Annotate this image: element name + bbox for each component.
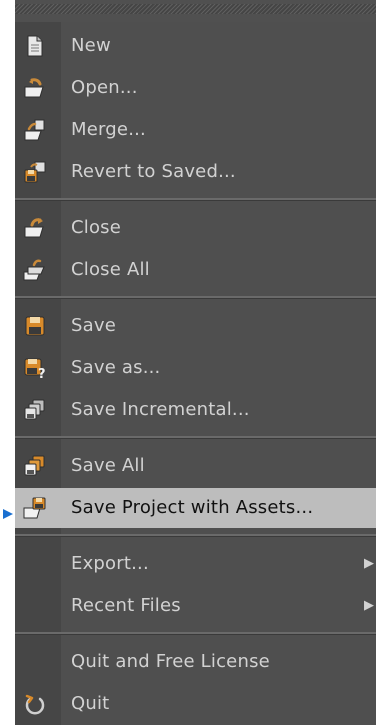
revert-icon <box>23 161 47 183</box>
menu-item-save-as[interactable]: ? Save as... <box>15 348 376 388</box>
quit-icon <box>23 693 47 715</box>
close-all-icon <box>23 259 47 281</box>
menu-item-label: Revert to Saved... <box>71 161 236 182</box>
new-document-icon <box>23 35 47 57</box>
menu-item-close[interactable]: Close <box>15 208 376 248</box>
menu-item-save-project-with-assets[interactable]: Save Project with Assets... <box>15 488 376 528</box>
save-project-icon <box>23 497 47 519</box>
tear-off-handle[interactable] <box>15 0 376 22</box>
menu-item-label: Quit <box>71 693 110 714</box>
menu-item-label: Open... <box>71 77 138 98</box>
pointer-arrow-icon <box>2 505 14 519</box>
menu-item-label: Save as... <box>71 357 161 378</box>
submenu-arrow-icon: ▶ <box>364 556 374 571</box>
menu-item-merge[interactable]: Merge... <box>15 110 376 150</box>
open-folder-icon <box>23 77 47 99</box>
menu-separator <box>15 198 376 201</box>
menu-item-label: Close <box>71 217 122 238</box>
menu-item-new[interactable]: New <box>15 26 376 66</box>
submenu-arrow-icon: ▶ <box>364 598 374 613</box>
menu-item-label: Export... <box>71 553 149 574</box>
menu-separator <box>15 296 376 299</box>
menu-item-save-all[interactable]: Save All <box>15 446 376 486</box>
menu-item-label: Save Incremental... <box>71 399 250 420</box>
menu-item-revert-to-saved[interactable]: Revert to Saved... <box>15 152 376 192</box>
menu-item-recent-files[interactable]: Recent Files ▶ <box>15 586 376 626</box>
menu-item-label: Save Project with Assets... <box>71 497 314 518</box>
menu-item-label: Recent Files <box>71 595 181 616</box>
menu-separator <box>15 632 376 635</box>
save-incremental-icon <box>23 399 47 421</box>
svg-text:?: ? <box>38 367 46 379</box>
save-all-icon <box>23 455 47 477</box>
save-icon <box>23 315 47 337</box>
menu-item-quit-and-free-license[interactable]: Quit and Free License <box>15 642 376 682</box>
menu-item-save[interactable]: Save <box>15 306 376 346</box>
close-icon <box>23 217 47 239</box>
menu-item-label: Save <box>71 315 116 336</box>
screen: New Open... Merge... Revert to Saved... … <box>0 0 376 725</box>
menu-item-close-all[interactable]: Close All <box>15 250 376 290</box>
menu-item-export[interactable]: Export... ▶ <box>15 544 376 584</box>
menu-item-label: Merge... <box>71 119 146 140</box>
menu-item-open[interactable]: Open... <box>15 68 376 108</box>
menu-item-quit[interactable]: Quit <box>15 684 376 724</box>
menu-item-label: New <box>71 35 111 56</box>
menu-item-label: Quit and Free License <box>71 651 270 672</box>
menu-item-label: Close All <box>71 259 150 280</box>
menu-separator <box>15 436 376 439</box>
menu-separator <box>15 534 376 537</box>
save-as-icon: ? <box>23 357 47 382</box>
menu-item-save-incremental[interactable]: Save Incremental... <box>15 390 376 430</box>
file-menu: New Open... Merge... Revert to Saved... … <box>15 0 376 725</box>
menu-item-label: Save All <box>71 455 145 476</box>
merge-icon <box>23 119 47 141</box>
